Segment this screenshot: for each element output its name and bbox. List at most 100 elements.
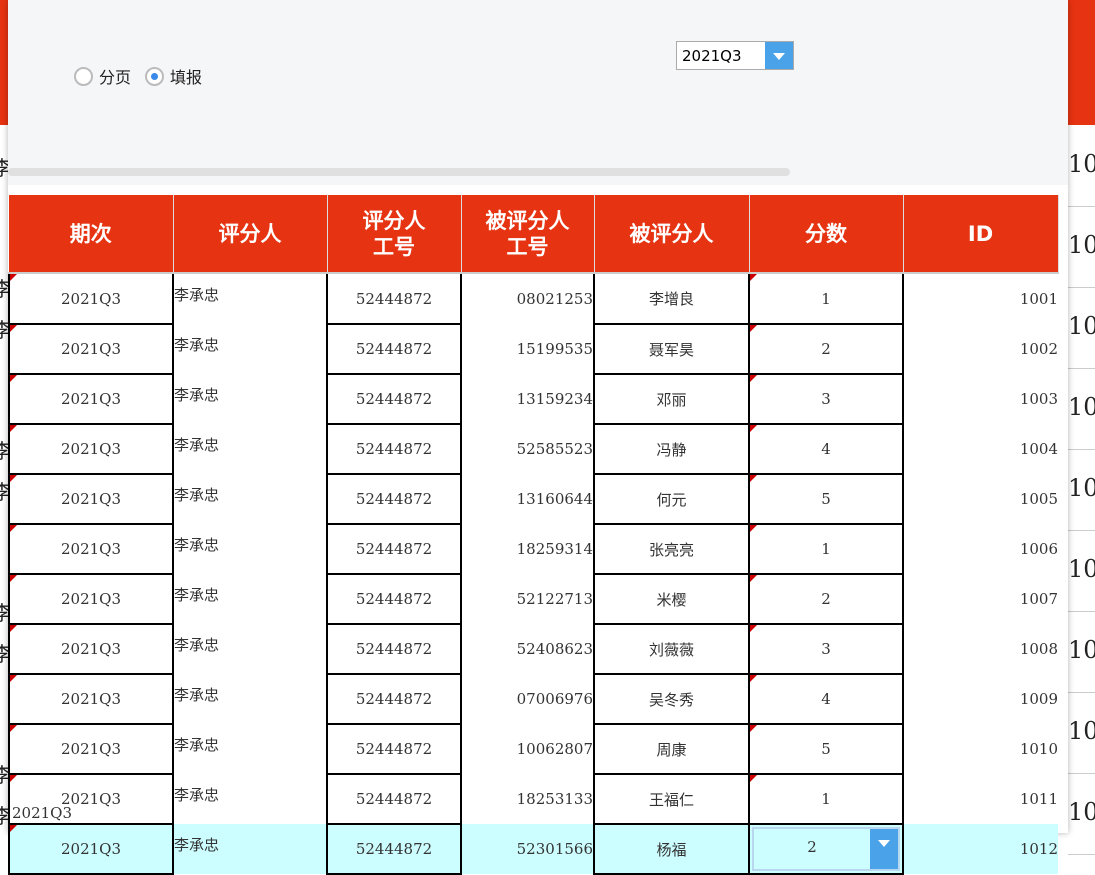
comment-flag-icon [10, 725, 17, 732]
comment-flag-icon [750, 325, 757, 332]
cell-period[interactable]: 2021Q3 [8, 573, 174, 625]
cell-text: 52444872 [355, 690, 433, 708]
cell-text: 5 [821, 740, 831, 758]
cell-period[interactable]: 2021Q3 [8, 423, 174, 475]
cell-rater: 李承忠 [173, 824, 327, 874]
cell-rater-id: 52444872 [326, 573, 462, 625]
cell-score[interactable]: 3 [748, 623, 904, 675]
cell-ratee-id: 08021253 [461, 273, 594, 324]
cell-period[interactable]: 2021Q3 [8, 623, 174, 675]
cell-ratee-id: 52301566 [461, 824, 594, 874]
cell-text: 李承忠 [174, 536, 220, 554]
background-gridline [1068, 773, 1095, 774]
cell-rater-id: 52444872 [326, 773, 462, 825]
cell-text: 1006 [1019, 540, 1058, 558]
cell-rater: 李承忠 [173, 674, 327, 724]
cell-text: 52444872 [355, 289, 433, 308]
cell-text: 52408623 [516, 640, 593, 658]
cell-score[interactable]: 4 [748, 673, 904, 725]
cell-period[interactable]: 2021Q3 [8, 373, 174, 425]
score-editor[interactable]: 2 [752, 827, 900, 871]
cell-rater-id: 52444872 [326, 373, 462, 425]
cell-id: 1006 [903, 524, 1058, 574]
cell-period[interactable]: 2021Q3 [8, 323, 174, 375]
cell-ratee: 米樱 [593, 573, 750, 625]
cell-text: 1008 [1019, 640, 1058, 658]
cell-text: 1009 [1019, 690, 1058, 708]
cell-ratee: 杨福 [593, 823, 750, 875]
cell-id: 1012 [903, 824, 1058, 874]
cell-ratee: 李增良 [593, 272, 750, 325]
cell-text: 2021Q3 [60, 740, 121, 758]
cell-period[interactable]: 2021Q3 [8, 723, 174, 775]
cell-ratee: 刘薇薇 [593, 623, 750, 675]
background-gridline [1068, 206, 1095, 207]
table-row: 2021Q3 李承忠 52444872 13160644 何元 5 1005 [8, 473, 1058, 525]
cell-rater: 李承忠 [173, 324, 327, 374]
cell-text: 聂军昊 [648, 340, 694, 359]
radio-icon [74, 66, 93, 86]
comment-flag-icon [10, 525, 17, 532]
header-period: 期次 [9, 195, 174, 274]
cell-period[interactable]: 2021Q3 [8, 272, 174, 325]
cell-score[interactable]: 3 [748, 373, 904, 425]
table-row: 2021Q3 李承忠 52444872 52585523 冯静 4 1004 [8, 423, 1058, 475]
cell-score[interactable]: 2 [748, 823, 904, 875]
cell-rater-id: 52444872 [326, 823, 462, 875]
cell-score[interactable]: 5 [748, 473, 904, 525]
cell-rater: 李承忠 [173, 724, 327, 774]
cell-score[interactable]: 1 [748, 272, 904, 325]
cell-text: 2021Q3 [60, 590, 121, 608]
background-cell-text: 10 [1068, 393, 1095, 421]
cell-text: 2021Q3 [60, 840, 121, 858]
cell-id: 1002 [903, 324, 1058, 374]
cell-text: 李承忠 [174, 436, 220, 454]
comment-flag-icon [10, 375, 17, 382]
cell-rater: 李承忠 [173, 574, 327, 624]
cell-text: 52444872 [355, 340, 433, 358]
cell-period[interactable]: 2021Q3 [8, 523, 174, 575]
report-panel: 分页 填报 2021Q3 期次 评分人 评分人 工号 被评分人 工号 被评分人 分数 ID … [8, 0, 1068, 875]
cell-ratee-id: 18259314 [461, 524, 594, 574]
cell-text: 李承忠 [174, 586, 220, 604]
cell-text: 07006976 [516, 690, 593, 708]
cell-text: 米樱 [656, 590, 687, 609]
cell-rater: 李承忠 [173, 374, 327, 424]
cell-score[interactable]: 5 [748, 723, 904, 775]
cell-text: 2021Q3 [60, 289, 121, 308]
horizontal-scrollbar[interactable] [8, 168, 790, 176]
comment-flag-icon [10, 675, 17, 682]
comment-flag-icon [750, 625, 757, 632]
cell-id: 1011 [903, 774, 1058, 824]
period-select-value: 2021Q3 [682, 47, 742, 65]
cell-text: 1005 [1019, 490, 1058, 508]
cell-ratee-id: 13160644 [461, 474, 594, 524]
cell-period[interactable]: 2021Q3 [8, 673, 174, 725]
cell-score[interactable]: 2 [748, 573, 904, 625]
comment-flag-icon [10, 575, 17, 582]
dropdown-button[interactable] [765, 42, 793, 69]
cell-ratee-id: 13159234 [461, 374, 594, 424]
period-select[interactable]: 2021Q3 [676, 41, 794, 70]
header-id: ID [903, 195, 1059, 274]
radio-fill[interactable]: 填报 [145, 64, 202, 88]
cell-rater-id: 52444872 [326, 423, 462, 475]
background-cell-text: 10 [1068, 636, 1095, 664]
cell-text: 4 [821, 440, 831, 458]
cell-score[interactable]: 4 [748, 423, 904, 475]
cell-text: 1007 [1019, 590, 1058, 608]
comment-flag-icon [10, 274, 17, 281]
cell-score[interactable]: 1 [748, 523, 904, 575]
cell-text: 李承忠 [174, 286, 220, 304]
cell-id: 1008 [903, 624, 1058, 674]
radio-paging[interactable]: 分页 [74, 64, 131, 88]
cell-text: 刘薇薇 [648, 640, 694, 659]
cell-score[interactable]: 2 [748, 323, 904, 375]
cell-period[interactable]: 2021Q3 [8, 473, 174, 525]
cell-score[interactable]: 1 [748, 773, 904, 825]
cell-period[interactable]: 2021Q3 [8, 823, 174, 875]
cell-ratee-id: 15199535 [461, 324, 594, 374]
table-row: 2021Q3 李承忠 52444872 52301566 杨福 2 1012 [8, 823, 1058, 875]
dropdown-button[interactable] [870, 829, 898, 869]
cell-text: 王福仁 [648, 790, 694, 809]
